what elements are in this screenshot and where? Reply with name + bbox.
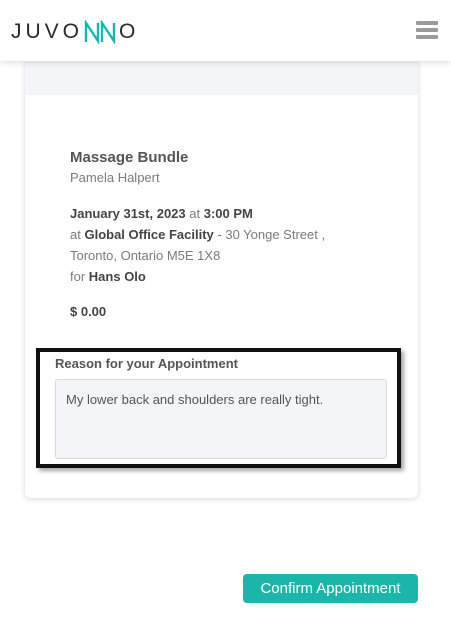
reason-section-highlight: Reason for your Appointment My lower bac… bbox=[36, 348, 401, 468]
confirm-appointment-button[interactable]: Confirm Appointment bbox=[243, 574, 418, 603]
menu-bar-1 bbox=[416, 21, 438, 25]
appointment-client: for Hans Olo bbox=[70, 269, 146, 284]
client-name: Hans Olo bbox=[88, 269, 146, 284]
app-header: JUVO O bbox=[0, 0, 451, 61]
location-name: Global Office Facility bbox=[84, 227, 214, 242]
appointment-date: January 31st, 2023 bbox=[70, 206, 186, 221]
provider-name: Pamela Halpert bbox=[70, 170, 160, 185]
menu-bar-2 bbox=[416, 28, 438, 32]
for-word: for bbox=[70, 269, 86, 284]
logo-text-end: O bbox=[119, 20, 140, 43]
reason-label: Reason for your Appointment bbox=[55, 356, 238, 371]
appointment-time: 3:00 PM bbox=[203, 206, 253, 221]
juvonno-logo[interactable]: JUVO O bbox=[11, 20, 139, 44]
address-line-1: - 30 Yonge Street , bbox=[213, 227, 326, 242]
menu-bar-3 bbox=[416, 35, 438, 39]
address-line-2: Toronto, Ontario M5E 1X8 bbox=[70, 248, 221, 263]
logo-text-start: JUVO bbox=[11, 20, 84, 43]
at-word-2: at bbox=[70, 227, 81, 242]
reason-textarea[interactable]: My lower back and shoulders are really t… bbox=[55, 379, 387, 459]
service-title: Massage Bundle bbox=[70, 149, 189, 166]
at-word: at bbox=[189, 206, 201, 221]
appointment-price: $ 0.00 bbox=[70, 304, 107, 319]
hamburger-menu-icon[interactable] bbox=[416, 21, 438, 39]
appointment-datetime: January 31st, 2023 at 3:00 PM bbox=[70, 206, 253, 221]
card-top-band bbox=[25, 61, 418, 95]
appointment-location: at Global Office Facility - 30 Yonge Str… bbox=[70, 227, 325, 242]
logo-nn-mark-icon bbox=[84, 20, 116, 44]
